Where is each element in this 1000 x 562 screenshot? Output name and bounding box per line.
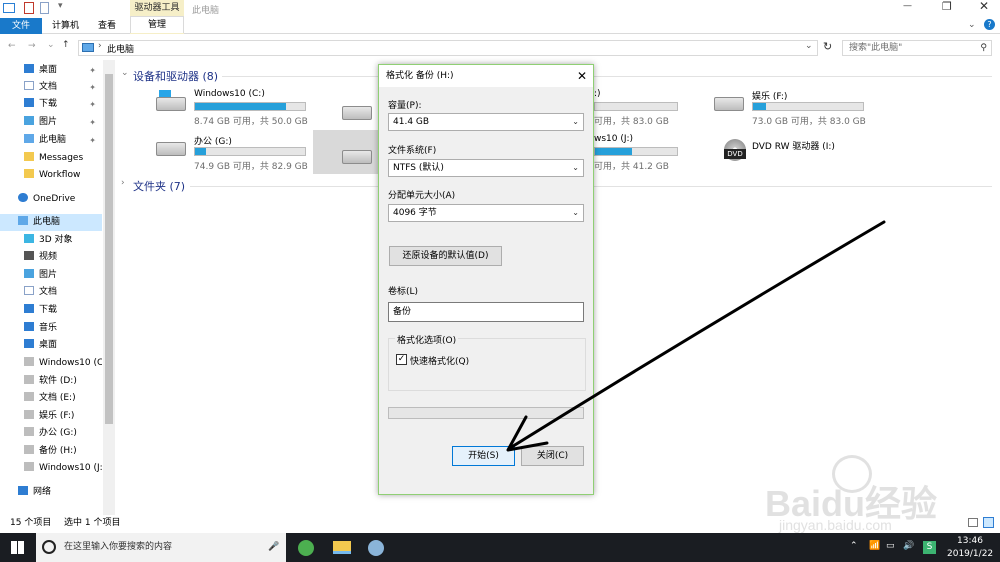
baidu-watermark: Baidu经验 jingyan.baidu.com [765,455,1000,535]
arrow-shaft [508,220,886,450]
watermark-url: jingyan.baidu.com [779,517,892,533]
